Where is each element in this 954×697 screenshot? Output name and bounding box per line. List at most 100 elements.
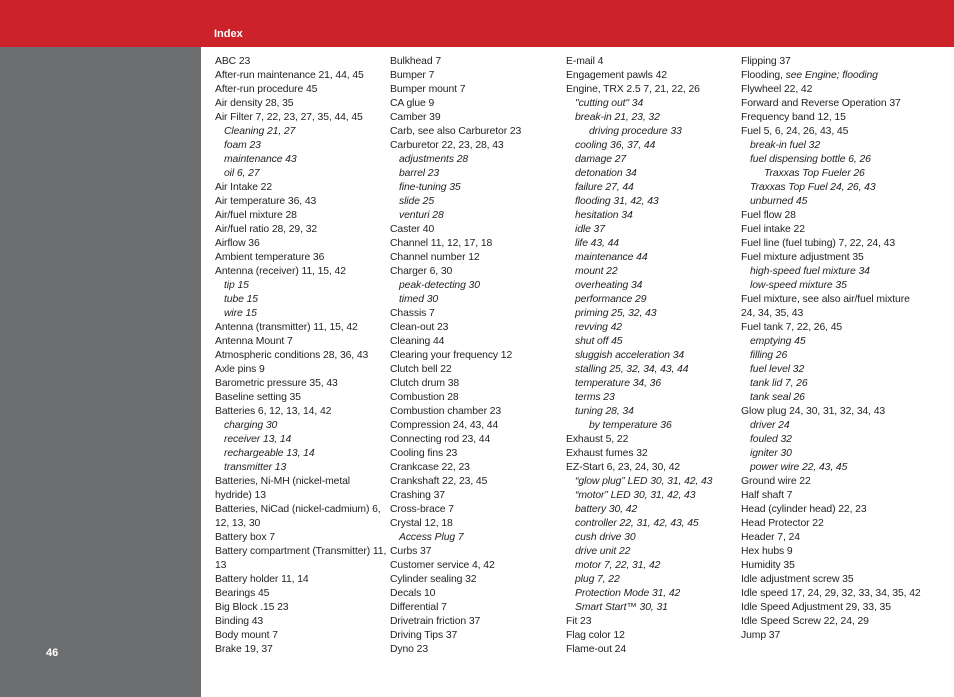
index-subentry: life 43, 44 <box>566 237 738 251</box>
index-subentry: Access Plug 7 <box>390 531 562 545</box>
index-entry-text: receiver 13, 14 <box>224 434 292 445</box>
index-entry: Fuel tank 7, 22, 26, 45 <box>741 321 921 335</box>
index-entry: Cross-brace 7 <box>390 503 562 517</box>
index-entry-text: transmitter 13 <box>224 462 287 473</box>
index-subentry: Traxxas Top Fuel 24, 26, 43 <box>741 181 921 195</box>
index-entry: Crankcase 22, 23 <box>390 461 562 475</box>
index-entry-text: Forward and Reverse Operation 37 <box>741 98 901 109</box>
index-entry: Cooling fins 23 <box>390 447 562 461</box>
index-entry: Axle pins 9 <box>215 363 387 377</box>
index-entry-text: timed 30 <box>399 294 439 305</box>
index-entry-text: Fuel mixture, see also air/fuel mixture … <box>741 294 910 319</box>
index-entry-text: Protection Mode 31, 42 <box>575 588 681 599</box>
index-entry-text: foam 23 <box>224 140 261 151</box>
index-entry-text: fuel dispensing bottle 6, 26 <box>750 154 871 165</box>
index-entry: Channel number 12 <box>390 251 562 265</box>
index-entry: Bumper mount 7 <box>390 83 562 97</box>
index-entry-text: Fuel flow 28 <box>741 210 796 221</box>
index-entry-text: barrel 23 <box>399 168 440 179</box>
index-entry: Antenna (receiver) 11, 15, 42 <box>215 265 387 279</box>
index-entry-text: ABC 23 <box>215 56 251 67</box>
index-entry-text: Combustion chamber 23 <box>390 406 502 417</box>
index-entry-text: Battery compartment (Transmitter) 11, 13 <box>215 546 387 571</box>
index-subentry: fuel level 32 <box>741 363 921 377</box>
index-subentry: timed 30 <box>390 293 562 307</box>
index-column-1: ABC 23 After-run maintenance 21, 44, 45 Af… <box>215 55 387 657</box>
index-entry-text: high-speed fuel mixture 34 <box>750 266 870 277</box>
index-entry-text: sluggish acceleration 34 <box>575 350 685 361</box>
index-entry-text: Differential 7 <box>390 602 447 613</box>
index-entry-text: Bulkhead 7 <box>390 56 441 67</box>
index-entry: Antenna Mount 7 <box>215 335 387 349</box>
index-subentry: oil 6, 27 <box>215 167 387 181</box>
index-entry-text: filling 26 <box>750 350 788 361</box>
index-entry: Carburetor 22, 23, 28, 43 <box>390 139 562 153</box>
index-entry: Chassis 7 <box>390 307 562 321</box>
index-entry: Combustion 28 <box>390 391 562 405</box>
index-entry: Clutch drum 38 <box>390 377 562 391</box>
index-entry-text: Clearing your frequency 12 <box>390 350 513 361</box>
index-subentry: controller 22, 31, 42, 43, 45 <box>566 517 738 531</box>
index-entry-text: Idle Speed Adjustment 29, 33, 35 <box>741 602 891 613</box>
index-entry-text: Clutch bell 22 <box>390 364 452 375</box>
index-entry: Air Filter 7, 22, 23, 27, 35, 44, 45 <box>215 111 387 125</box>
index-subentry: Protection Mode 31, 42 <box>566 587 738 601</box>
index-entry-text: power wire 22, 43, 45 <box>750 462 848 473</box>
index-entry-text: Fuel intake 22 <box>741 224 805 235</box>
index-entry-text: tank lid 7, 26 <box>750 378 808 389</box>
index-entry: CA glue 9 <box>390 97 562 111</box>
index-entry: Fuel line (fuel tubing) 7, 22, 24, 43 <box>741 237 921 251</box>
index-entry-text: cooling 36, 37, 44 <box>575 140 656 151</box>
index-entry-text: Airflow 36 <box>215 238 260 249</box>
index-subentry: foam 23 <box>215 139 387 153</box>
index-entry: Clutch bell 22 <box>390 363 562 377</box>
index-entry-text: E-mail 4 <box>566 56 604 67</box>
index-entry-text: Glow plug 24, 30, 31, 32, 34, 43 <box>741 406 886 417</box>
index-subentry: emptying 45 <box>741 335 921 349</box>
index-entry-text: Chassis 7 <box>390 308 435 319</box>
index-subentry: driver 24 <box>741 419 921 433</box>
index-entry-text: overheating 34 <box>575 280 643 291</box>
index-entry-text: Fuel line (fuel tubing) 7, 22, 24, 43 <box>741 238 895 249</box>
index-entry-text: Cross-brace 7 <box>390 504 454 515</box>
index-entry-text: mount 22 <box>575 266 618 277</box>
index-subentry: unburned 45 <box>741 195 921 209</box>
index-entry-text: Frequency band 12, 15 <box>741 112 846 123</box>
index-entry-text: Charger 6, 30 <box>390 266 453 277</box>
index-subentry: mount 22 <box>566 265 738 279</box>
index-subentry: driving procedure 33 <box>566 125 738 139</box>
index-subentry: temperature 34, 36 <box>566 377 738 391</box>
index-entry-text: Battery box 7 <box>215 532 275 543</box>
index-entry-text: priming 25, 32, 43 <box>575 308 657 319</box>
index-entry-text: Clutch drum 38 <box>390 378 460 389</box>
index-subentry: maintenance 43 <box>215 153 387 167</box>
index-entry: Humidity 35 <box>741 559 921 573</box>
index-entry: Ambient temperature 36 <box>215 251 387 265</box>
index-entry: Glow plug 24, 30, 31, 32, 34, 43 <box>741 405 921 419</box>
index-entry: Clean-out 23 <box>390 321 562 335</box>
index-entry-text: Flame-out 24 <box>566 644 627 655</box>
index-entry: Flame-out 24 <box>566 643 738 657</box>
index-entry: Drivetrain friction 37 <box>390 615 562 629</box>
index-subentry: battery 30, 42 <box>566 503 738 517</box>
index-entry: Flooding, see Engine; flooding <box>741 69 921 83</box>
index-entry-text: Crankshaft 22, 23, 45 <box>390 476 488 487</box>
index-entry-text: Antenna Mount 7 <box>215 336 293 347</box>
index-entry-text: driver 24 <box>750 420 790 431</box>
index-entry-text: Decals 10 <box>390 588 436 599</box>
index-entry: Atmospheric conditions 28, 36, 43 <box>215 349 387 363</box>
index-entry-text: Driving Tips 37 <box>390 630 458 641</box>
index-entry: Fuel mixture adjustment 35 <box>741 251 921 265</box>
index-entry: Head (cylinder head) 22, 23 <box>741 503 921 517</box>
index-subentry: rechargeable 13, 14 <box>215 447 387 461</box>
index-subentry: Smart Start™ 30, 31 <box>566 601 738 615</box>
index-subentry: damage 27 <box>566 153 738 167</box>
index-entry-text: Header 7, 24 <box>741 532 800 543</box>
index-entry: Dyno 23 <box>390 643 562 657</box>
index-entry-text: Curbs 37 <box>390 546 432 557</box>
index-entry-text: tuning 28, 34 <box>575 406 634 417</box>
index-entry: Battery holder 11, 14 <box>215 573 387 587</box>
index-entry-text: Body mount 7 <box>215 630 278 641</box>
index-entry-text: Camber 39 <box>390 112 441 123</box>
index-entry: Fuel mixture, see also air/fuel mixture … <box>741 293 921 321</box>
